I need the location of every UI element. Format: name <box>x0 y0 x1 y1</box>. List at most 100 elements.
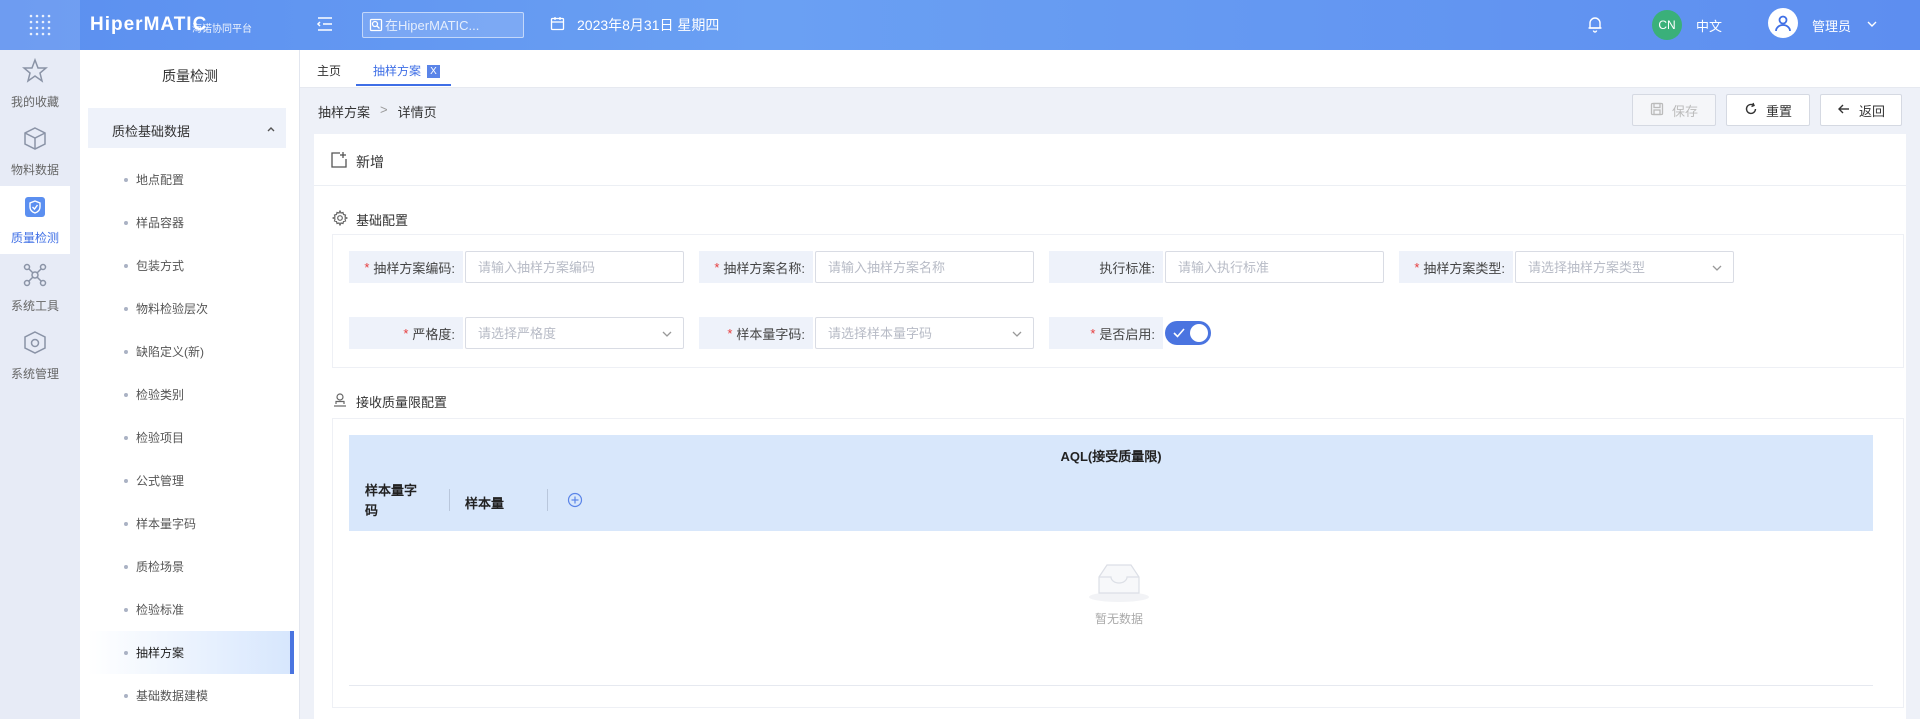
breadcrumb-current: 详情页 <box>397 105 437 120</box>
column-divider <box>449 489 450 511</box>
rail-item-tools[interactable]: 系统工具 <box>0 254 70 322</box>
card-header: 新增 <box>314 134 1906 186</box>
current-date: 2023年8月31日 星期四 <box>577 17 720 33</box>
save-label: 保存 <box>1671 103 1698 119</box>
field-label-type: * 抽样方案类型: <box>1399 251 1513 283</box>
user-stamp-icon <box>332 392 348 411</box>
sidebar-item[interactable]: 样品容器 <box>88 201 294 244</box>
sidebar-group-basic-data[interactable]: 质检基础数据 <box>88 108 286 148</box>
column-divider <box>547 489 548 511</box>
empty-text: 暂无数据 <box>1094 612 1143 626</box>
sidebar-item[interactable]: 检验项目 <box>88 416 294 459</box>
calendar-icon <box>550 16 565 34</box>
field-label-sample-code: * 样本量字码: <box>699 317 813 349</box>
user-avatar[interactable] <box>1768 8 1798 38</box>
user-name[interactable]: 管理员 <box>1812 16 1851 35</box>
required-mark: * <box>727 325 733 341</box>
tab-home[interactable]: 主页 <box>317 62 341 79</box>
app-grid-icon[interactable] <box>0 0 80 50</box>
required-mark: * <box>1414 259 1420 275</box>
language-switch[interactable]: 中文 <box>1696 16 1722 35</box>
sidebar-item-label: 检验项目 <box>136 431 185 445</box>
tab-sampling-plan[interactable]: 抽样方案 X <box>373 62 441 79</box>
sidebar-item-label: 样品容器 <box>136 216 185 230</box>
global-search-input[interactable] <box>385 16 519 34</box>
sidebar-item-label: 缺陷定义(新) <box>136 345 204 359</box>
sidebar-item-label: 抽样方案 <box>136 646 185 660</box>
star-icon <box>21 57 49 87</box>
close-icon[interactable]: X <box>427 65 441 79</box>
sidebar: 质量检测 质检基础数据 地点配置 样品容器 包装方式 物料检验层次 缺陷定义(新… <box>80 50 300 719</box>
rail-item-system[interactable]: 系统管理 <box>0 322 70 390</box>
tab-bar: 主页 抽样方案 X <box>300 50 1920 88</box>
chevron-down-icon <box>661 328 673 343</box>
save-icon <box>1650 102 1664 119</box>
sidebar-item[interactable]: 样本量字码 <box>88 502 294 545</box>
aql-table: AQL(接受质量限) 样本量字 码 样本量 暂无数据 <box>332 418 1904 708</box>
sidebar-item-list: 地点配置 样品容器 包装方式 物料检验层次 缺陷定义(新) 检验类别 检验项目 … <box>88 158 294 717</box>
rail-label: 系统管理 <box>10 367 59 381</box>
chevron-down-icon[interactable] <box>1866 18 1878 33</box>
breadcrumb-parent[interactable]: 抽样方案 <box>318 102 370 121</box>
bullet-icon <box>124 306 128 311</box>
back-button[interactable]: 返回 <box>1820 94 1902 126</box>
network-icon <box>22 262 48 291</box>
bell-icon[interactable] <box>1586 15 1604 36</box>
standard-input[interactable] <box>1165 251 1384 283</box>
sidebar-item[interactable]: 缺陷定义(新) <box>88 330 294 373</box>
chevron-down-icon <box>1711 262 1723 277</box>
rail-item-quality[interactable]: 质量检测 <box>0 186 70 254</box>
severity-select[interactable] <box>465 317 684 349</box>
sampling-type-select[interactable] <box>1515 251 1734 283</box>
section-basic-config: 基础配置 <box>331 209 408 229</box>
shield-check-icon <box>22 194 48 223</box>
sidebar-item[interactable]: 质检场景 <box>88 545 294 588</box>
sidebar-item-label: 质检场景 <box>136 560 185 574</box>
required-mark: * <box>403 325 409 341</box>
brand-logo: HiperMATIC <box>90 14 208 35</box>
brand-subtitle: 海诺协同平台 <box>192 24 252 35</box>
chevron-up-icon <box>266 122 276 137</box>
rail-item-material[interactable]: 物料数据 <box>0 118 70 186</box>
table-bottom-border <box>349 685 1873 686</box>
sidebar-item[interactable]: 地点配置 <box>88 158 294 201</box>
sidebar-item[interactable]: 公式管理 <box>88 459 294 502</box>
bullet-icon <box>124 650 128 655</box>
label-text: 抽样方案类型: <box>1423 260 1505 276</box>
add-column-icon[interactable] <box>567 492 583 511</box>
gear-icon <box>331 209 349 229</box>
empty-state: 暂无数据 <box>333 559 1905 627</box>
menu-toggle-icon[interactable] <box>316 15 336 35</box>
sidebar-item-label: 物料检验层次 <box>136 302 209 316</box>
sidebar-item[interactable]: 包装方式 <box>88 244 294 287</box>
sidebar-item[interactable]: 检验类别 <box>88 373 294 416</box>
reset-button[interactable]: 重置 <box>1726 94 1810 126</box>
section-aql-config: 接收质量限配置 <box>332 392 447 411</box>
rail-label: 物料数据 <box>10 163 59 177</box>
sampling-code-input[interactable] <box>465 251 684 283</box>
sidebar-item-label: 检验标准 <box>136 603 185 617</box>
sampling-name-input[interactable] <box>815 251 1034 283</box>
arrow-left-icon <box>1837 102 1851 119</box>
sidebar-item-active[interactable]: 抽样方案 <box>88 631 294 674</box>
toggle-knob <box>1190 324 1208 342</box>
required-mark: * <box>714 259 720 275</box>
sidebar-item[interactable]: 检验标准 <box>88 588 294 631</box>
sample-code-select[interactable] <box>815 317 1034 349</box>
sidebar-item[interactable]: 基础数据建模 <box>88 674 294 717</box>
enabled-toggle[interactable] <box>1165 321 1211 345</box>
bullet-icon <box>124 521 128 526</box>
rail-label: 质量检测 <box>10 231 59 245</box>
sidebar-item[interactable]: 物料检验层次 <box>88 287 294 330</box>
save-button[interactable]: 保存 <box>1632 94 1716 126</box>
column-header-sample-size: 样本量 <box>465 496 505 511</box>
bullet-icon <box>124 478 128 483</box>
header-text: 样本量字 <box>365 483 418 498</box>
global-search[interactable] <box>362 12 524 38</box>
sidebar-item-label: 包装方式 <box>136 259 185 273</box>
active-tab-indicator <box>356 84 451 86</box>
detail-card: 新增 基础配置 *抽样方案编码: *抽样方案名称: 执行标准: *抽样方案类型:… <box>314 134 1906 719</box>
aql-group-header: AQL(接受质量限) <box>1060 449 1162 464</box>
language-badge[interactable]: CN <box>1652 10 1682 40</box>
rail-item-favorites[interactable]: 我的收藏 <box>0 50 70 118</box>
